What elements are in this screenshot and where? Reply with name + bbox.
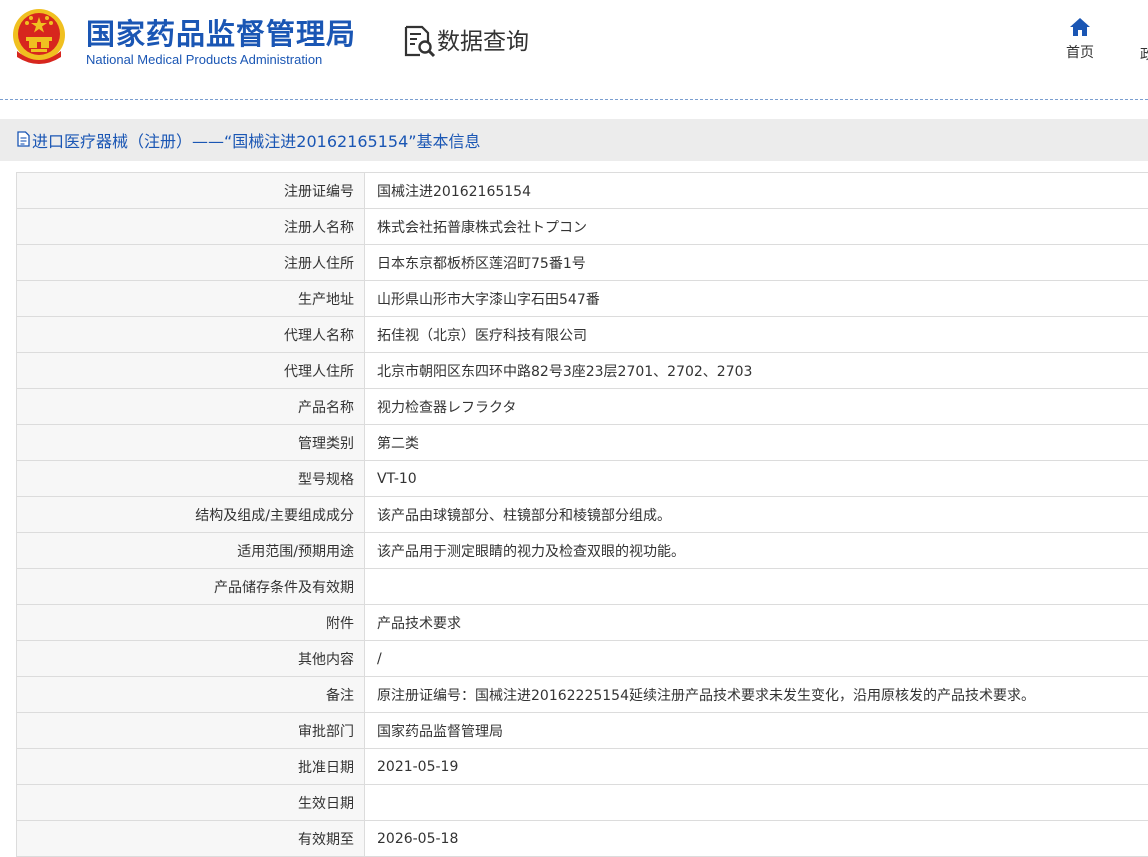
data-query-title: 数据查询 bbox=[437, 22, 529, 56]
document-icon bbox=[17, 131, 30, 147]
field-value: 产品技术要求 bbox=[365, 605, 1148, 641]
field-label: 代理人住所 bbox=[17, 353, 365, 389]
field-label: 产品储存条件及有效期 bbox=[17, 569, 365, 605]
field-label: 备注 bbox=[17, 677, 365, 713]
field-value: 原注册证编号：国械注进20162225154延续注册产品技术要求未发生变化，沿用… bbox=[365, 677, 1148, 713]
field-value bbox=[365, 785, 1148, 821]
field-label: 附件 bbox=[17, 605, 365, 641]
table-row: 审批部门国家药品监督管理局 bbox=[17, 713, 1148, 749]
field-label: 管理类别 bbox=[17, 425, 365, 461]
table-row: 适用范围/预期用途该产品用于测定眼睛的视力及检查双眼的视功能。 bbox=[17, 533, 1148, 569]
table-row: 生效日期 bbox=[17, 785, 1148, 821]
field-label: 产品名称 bbox=[17, 389, 365, 425]
table-row: 结构及组成/主要组成成分该产品由球镜部分、柱镜部分和棱镜部分组成。 bbox=[17, 497, 1148, 533]
table-row: 生产地址山形県山形市大字漆山字石田547番 bbox=[17, 281, 1148, 317]
field-value: 该产品用于测定眼睛的视力及检查双眼的视功能。 bbox=[365, 533, 1148, 569]
national-emblem bbox=[11, 7, 67, 67]
field-label: 注册证编号 bbox=[17, 173, 365, 209]
table-row: 备注原注册证编号：国械注进20162225154延续注册产品技术要求未发生变化，… bbox=[17, 677, 1148, 713]
field-value: 2026-05-18 bbox=[365, 821, 1148, 857]
field-label: 生产地址 bbox=[17, 281, 365, 317]
nav-home-label: 首页 bbox=[1058, 42, 1102, 62]
document-search-icon bbox=[402, 24, 436, 58]
field-value: 第二类 bbox=[365, 425, 1148, 461]
field-value: 国家药品监督管理局 bbox=[365, 713, 1148, 749]
table-row: 代理人住所北京市朝阳区东四环中路82号3座23层2701、2702、2703 bbox=[17, 353, 1148, 389]
field-value: 国械注进20162165154 bbox=[365, 173, 1148, 209]
table-row: 批准日期2021-05-19 bbox=[17, 749, 1148, 785]
field-label: 适用范围/预期用途 bbox=[17, 533, 365, 569]
field-value: / bbox=[365, 641, 1148, 677]
site-header: 国家药品监督管理局 National Medical Products Admi… bbox=[0, 0, 1148, 100]
agency-name-cn[interactable]: 国家药品监督管理局 bbox=[86, 11, 356, 53]
table-row: 注册人名称株式会社拓普康株式会社トプコン bbox=[17, 209, 1148, 245]
field-label: 结构及组成/主要组成成分 bbox=[17, 497, 365, 533]
field-value: 拓佳视（北京）医疗科技有限公司 bbox=[365, 317, 1148, 353]
field-label: 有效期至 bbox=[17, 821, 365, 857]
basic-info-table: 注册证编号国械注进20162165154注册人名称株式会社拓普康株式会社トプコン… bbox=[16, 172, 1148, 857]
home-icon bbox=[1069, 16, 1091, 38]
field-label: 其他内容 bbox=[17, 641, 365, 677]
field-label: 代理人名称 bbox=[17, 317, 365, 353]
field-label: 生效日期 bbox=[17, 785, 365, 821]
field-value: 视力检查器レフラクタ bbox=[365, 389, 1148, 425]
field-label: 注册人名称 bbox=[17, 209, 365, 245]
field-label: 注册人住所 bbox=[17, 245, 365, 281]
nav-item-partial[interactable]: 政 bbox=[1140, 44, 1148, 64]
field-label: 审批部门 bbox=[17, 713, 365, 749]
page-title: 进口医疗器械（注册）——“国械注进20162165154”基本信息 bbox=[32, 128, 481, 152]
table-row: 其他内容/ bbox=[17, 641, 1148, 677]
field-value: 山形県山形市大字漆山字石田547番 bbox=[365, 281, 1148, 317]
table-row: 代理人名称拓佳视（北京）医疗科技有限公司 bbox=[17, 317, 1148, 353]
table-row: 型号规格VT-10 bbox=[17, 461, 1148, 497]
header-divider bbox=[0, 99, 1148, 100]
table-row: 附件产品技术要求 bbox=[17, 605, 1148, 641]
field-label: 型号规格 bbox=[17, 461, 365, 497]
field-value: VT-10 bbox=[365, 461, 1148, 497]
field-value bbox=[365, 569, 1148, 605]
field-value: 日本东京都板桥区莲沼町75番1号 bbox=[365, 245, 1148, 281]
agency-name-en[interactable]: National Medical Products Administration bbox=[86, 52, 322, 67]
table-row: 产品储存条件及有效期 bbox=[17, 569, 1148, 605]
table-row: 注册证编号国械注进20162165154 bbox=[17, 173, 1148, 209]
table-row: 管理类别第二类 bbox=[17, 425, 1148, 461]
field-value: 2021-05-19 bbox=[365, 749, 1148, 785]
nav-home-link[interactable]: 首页 bbox=[1058, 16, 1102, 68]
field-value: 北京市朝阳区东四环中路82号3座23层2701、2702、2703 bbox=[365, 353, 1148, 389]
table-row: 注册人住所日本东京都板桥区莲沼町75番1号 bbox=[17, 245, 1148, 281]
table-row: 产品名称视力检查器レフラクタ bbox=[17, 389, 1148, 425]
field-value: 该产品由球镜部分、柱镜部分和棱镜部分组成。 bbox=[365, 497, 1148, 533]
field-label: 批准日期 bbox=[17, 749, 365, 785]
field-value: 株式会社拓普康株式会社トプコン bbox=[365, 209, 1148, 245]
table-row: 有效期至2026-05-18 bbox=[17, 821, 1148, 857]
